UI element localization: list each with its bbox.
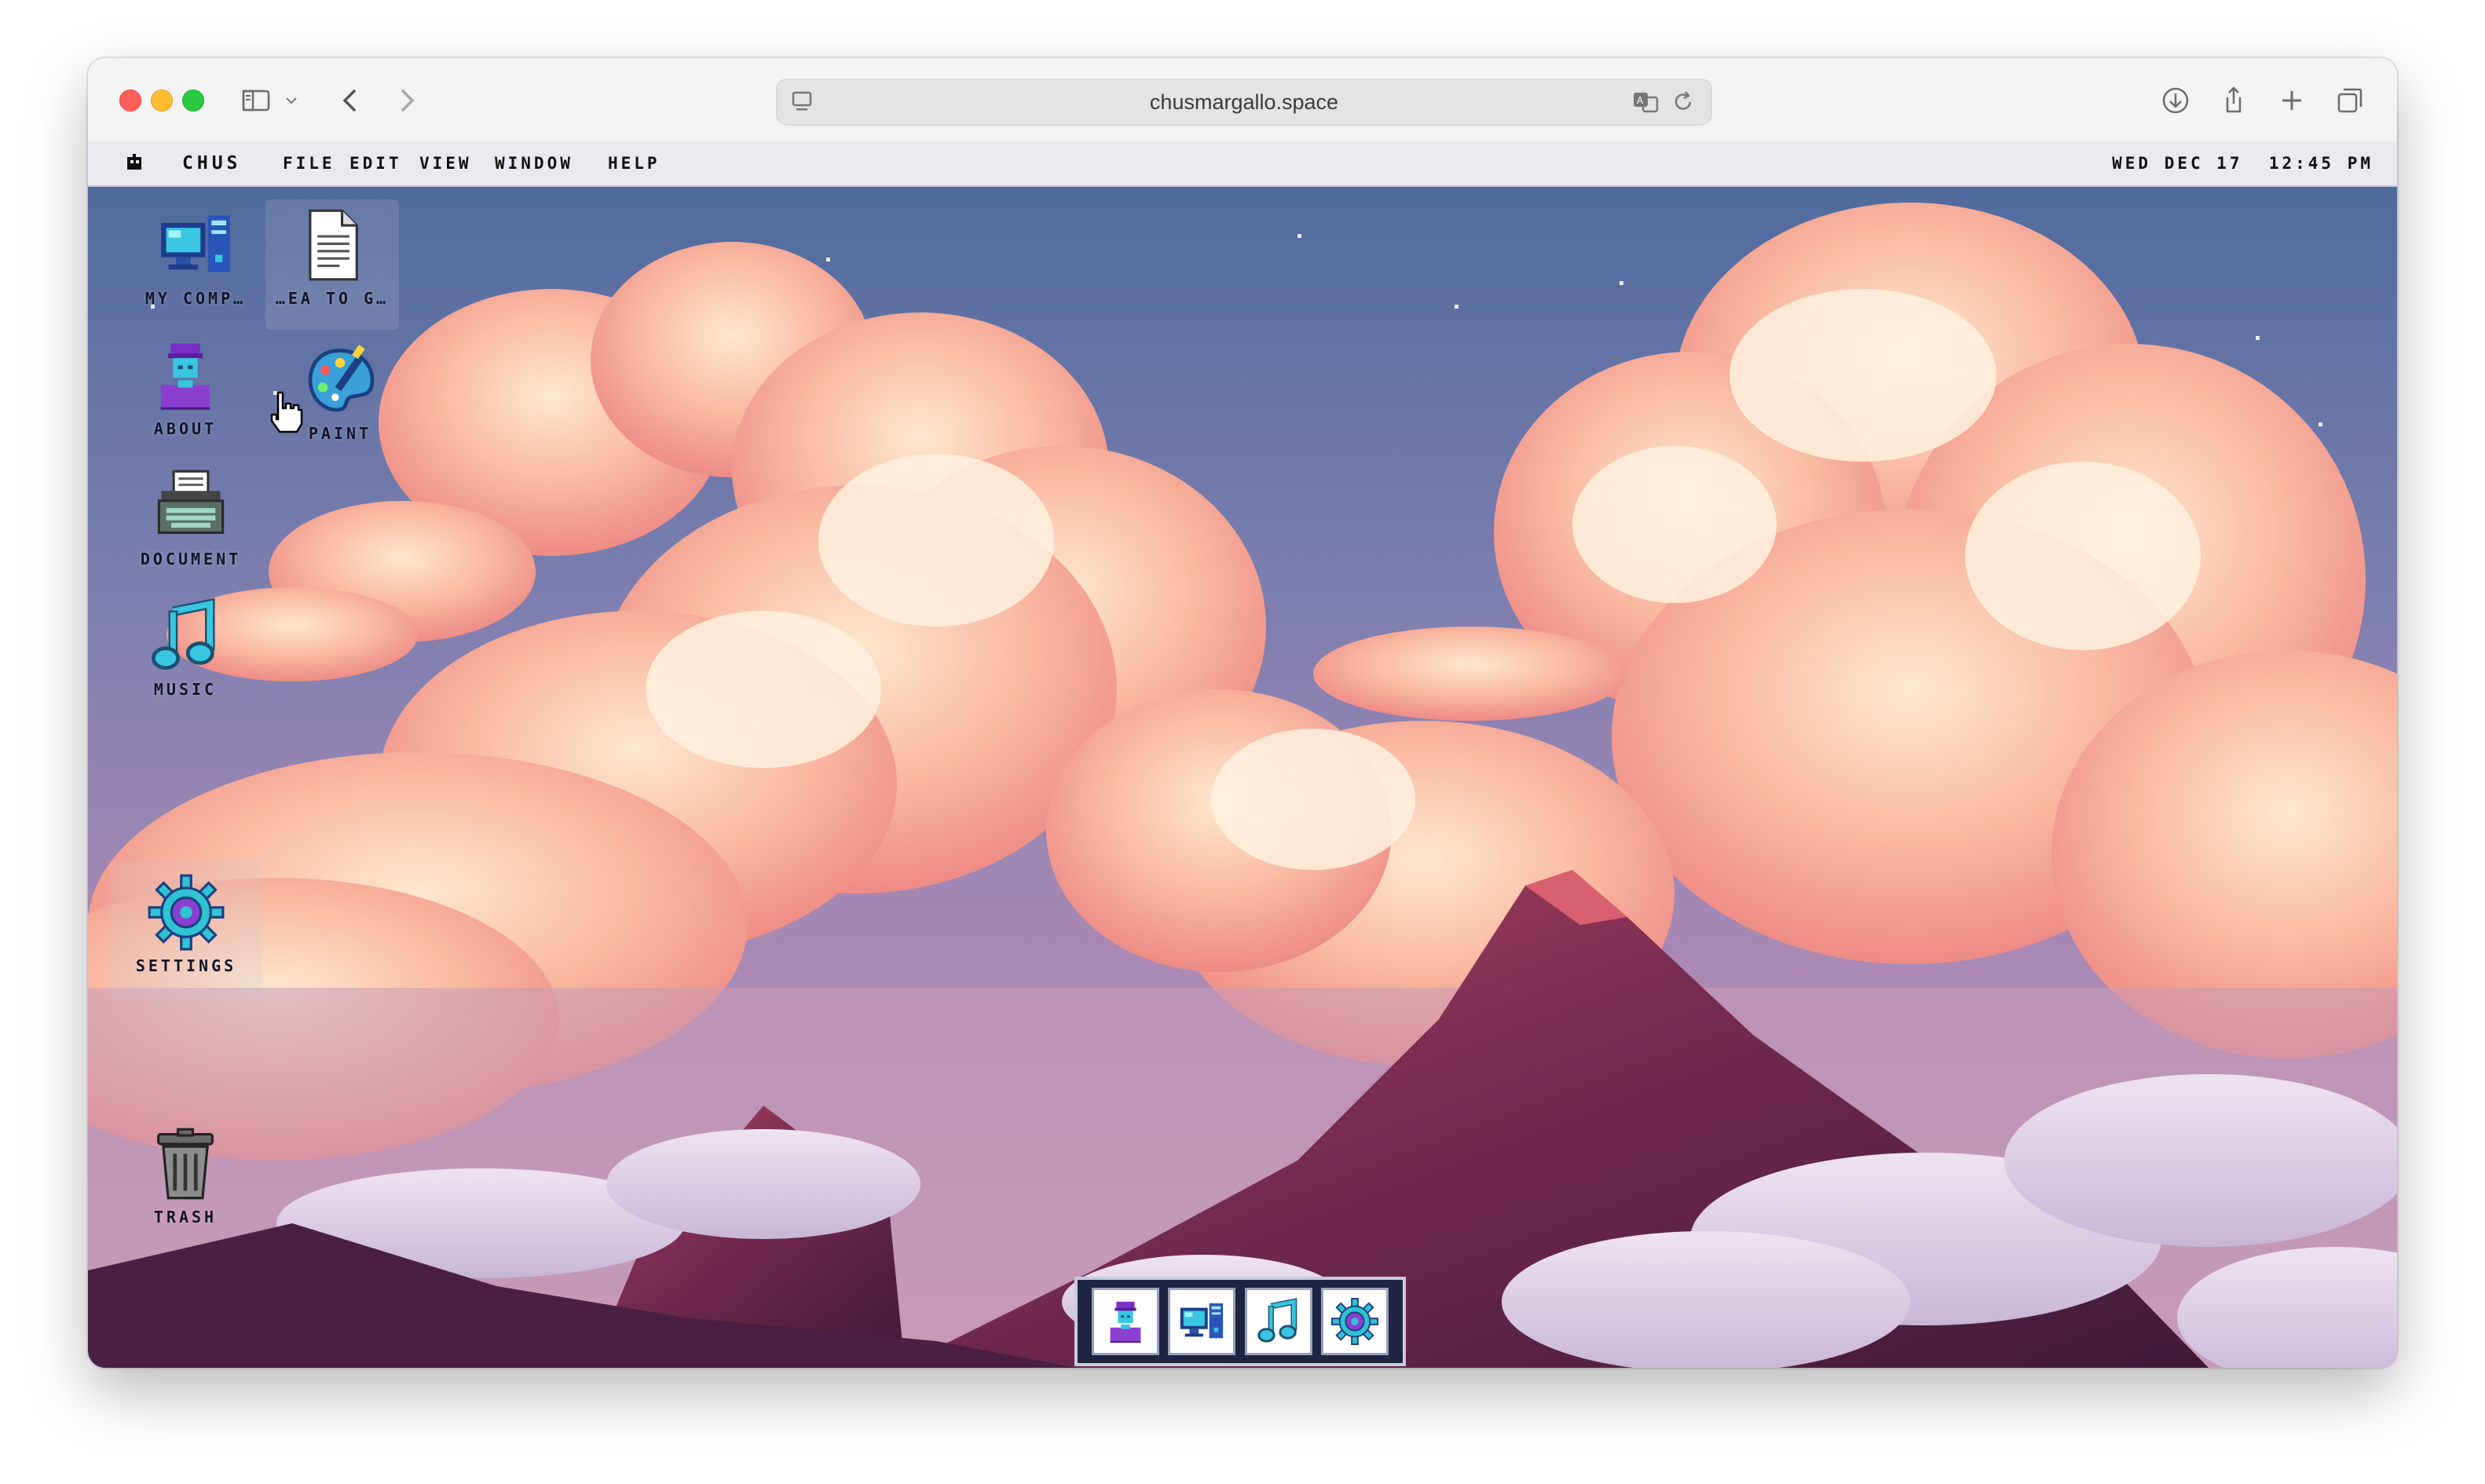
computer-icon	[1177, 1297, 1226, 1346]
share-icon[interactable]	[2213, 80, 2254, 121]
hand-cursor-icon	[270, 391, 303, 433]
new-tab-icon[interactable]	[2271, 80, 2312, 121]
browser-toolbar: chusmargallo.space A	[88, 58, 2397, 143]
reload-icon[interactable]	[1670, 89, 1696, 115]
minimize-window-button[interactable]	[151, 90, 173, 111]
os-brand[interactable]: CHUS	[182, 153, 241, 174]
browser-window: chusmargallo.space A CHUS FILE EDIT VIEW…	[88, 58, 2397, 1368]
zoom-window-button[interactable]	[182, 90, 204, 111]
desktop-icon-label: MY COMP…	[145, 289, 247, 308]
forward-icon[interactable]	[386, 80, 427, 121]
desktop-icon-label: SETTINGS	[135, 956, 237, 975]
text-file-icon	[293, 206, 371, 284]
desktop-icon-text-file[interactable]: …EA TO G…	[265, 199, 399, 330]
os-menubar: CHUS FILE EDIT VIEW WINDOW HELP WED DEC …	[88, 141, 2397, 187]
user-icon	[146, 336, 225, 415]
desktop-icon-trash[interactable]: TRASH	[116, 1124, 254, 1226]
desktop-icon-document[interactable]: DOCUMENT	[124, 466, 258, 568]
chevron-down-icon[interactable]	[280, 80, 303, 121]
music-note-icon	[1254, 1297, 1303, 1346]
svg-text:A: A	[1637, 95, 1644, 106]
translate-icon[interactable]: A	[1630, 88, 1662, 116]
user-icon	[1101, 1297, 1150, 1346]
dock-item-about[interactable]	[1091, 1288, 1159, 1355]
retro-os-screen: CHUS FILE EDIT VIEW WINDOW HELP WED DEC …	[88, 141, 2397, 1368]
dock-item-settings[interactable]	[1321, 1288, 1389, 1355]
download-icon[interactable]	[2155, 80, 2196, 121]
tab-overview-icon[interactable]	[2329, 80, 2370, 121]
dock	[1074, 1277, 1406, 1366]
trash-icon	[146, 1124, 225, 1203]
wallpaper-landscape-image	[88, 187, 2397, 1368]
desktop-icon-music[interactable]: MUSIC	[116, 597, 254, 699]
desktop-icon-label: …EA TO G…	[275, 289, 390, 308]
desktop-icon-about[interactable]: ABOUT	[116, 336, 254, 438]
computer-icon	[156, 206, 235, 284]
close-window-button[interactable]	[119, 90, 141, 111]
apple-icon[interactable]	[124, 152, 145, 173]
sidebar-icon[interactable]	[236, 80, 276, 121]
desktop-icon-label: ABOUT	[153, 419, 218, 438]
menu-view[interactable]: VIEW	[419, 154, 472, 173]
desktop-icon-settings[interactable]: SETTINGS	[110, 861, 262, 999]
url-text: chusmargallo.space	[1149, 90, 1339, 114]
palette-icon	[301, 341, 379, 419]
music-note-icon	[146, 597, 225, 675]
dock-item-music[interactable]	[1244, 1288, 1312, 1355]
desktop-icon-label: TRASH	[153, 1208, 218, 1226]
menubar-clock: WED DEC 17 12:45 PM	[2112, 154, 2373, 173]
desktop-icon-my-computer[interactable]: MY COMP…	[129, 206, 262, 308]
desktop-icon-label: DOCUMENT	[140, 550, 242, 568]
desktop[interactable]: MY COMP… …EA TO G… ABOUT PAINT DOCUMENT …	[88, 187, 2397, 1368]
menu-help[interactable]: HELP	[608, 154, 661, 173]
typewriter-icon	[152, 466, 230, 545]
gear-icon	[147, 873, 225, 952]
menu-edit[interactable]: EDIT	[350, 154, 402, 173]
desktop-icon-label: MUSIC	[153, 680, 218, 699]
menu-window[interactable]: WINDOW	[495, 154, 573, 173]
back-icon[interactable]	[330, 80, 371, 121]
gear-icon	[1330, 1297, 1379, 1346]
address-bar[interactable]: chusmargallo.space A	[776, 79, 1712, 126]
menu-file[interactable]: FILE	[283, 154, 335, 173]
dock-item-my-computer[interactable]	[1168, 1288, 1236, 1355]
